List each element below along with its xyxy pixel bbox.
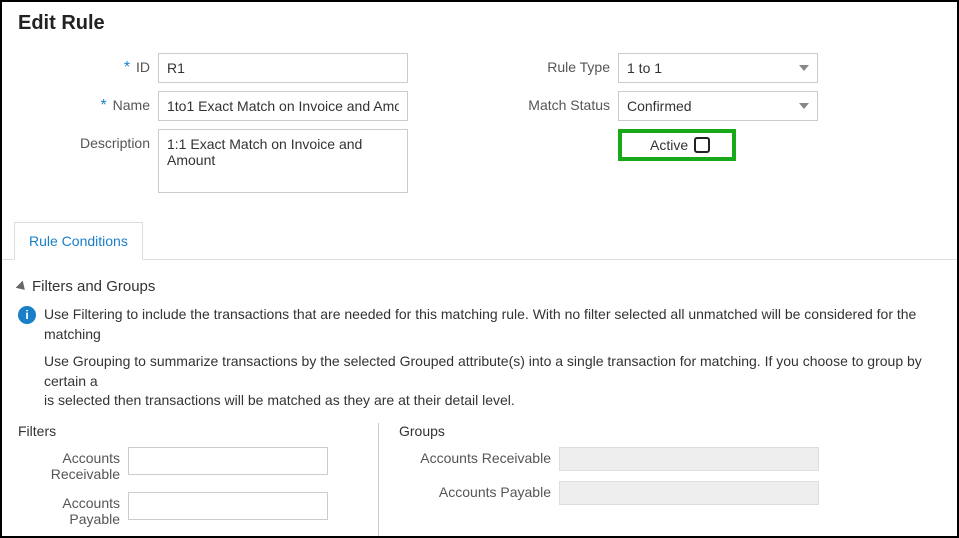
id-input[interactable] (158, 53, 408, 83)
info-text-1: Use Filtering to include the transaction… (44, 305, 941, 344)
matchstatus-dropdown[interactable]: Confirmed (618, 91, 818, 121)
ruletype-label: Rule Type (478, 53, 618, 75)
active-highlight: Active (618, 129, 736, 161)
separator (378, 423, 379, 537)
filters-groups-heading[interactable]: Filters and Groups (18, 278, 941, 295)
ruletype-value: 1 to 1 (627, 60, 662, 76)
ruletype-dropdown[interactable]: 1 to 1 (618, 53, 818, 83)
filter-ar-label: Accounts Receivable (18, 447, 128, 482)
caret-down-icon (799, 103, 809, 109)
group-ar-label: Accounts Receivable (399, 447, 559, 466)
group-ar-input[interactable] (559, 447, 819, 471)
info-text-2: Use Grouping to summarize transactions b… (44, 352, 941, 411)
info-icon: i (18, 306, 36, 324)
groups-heading: Groups (399, 423, 859, 439)
filter-ar-dropdown[interactable] (128, 447, 328, 475)
description-label: Description (18, 129, 158, 151)
tab-rule-conditions[interactable]: Rule Conditions (14, 222, 143, 260)
disclosure-triangle-icon (16, 280, 29, 293)
description-input[interactable]: 1:1 Exact Match on Invoice and Amount (158, 129, 408, 193)
matchstatus-label: Match Status (478, 91, 618, 113)
page-title: Edit Rule (18, 12, 941, 35)
matchstatus-value: Confirmed (627, 98, 692, 114)
filter-ap-dropdown[interactable] (128, 492, 328, 520)
filters-heading: Filters (18, 423, 358, 439)
group-ap-label: Accounts Payable (399, 481, 559, 500)
id-label: * ID (18, 53, 158, 77)
active-checkbox[interactable] (694, 137, 710, 153)
caret-down-icon (799, 65, 809, 71)
name-input[interactable] (158, 91, 408, 121)
name-label: * Name (18, 91, 158, 115)
active-label: Active (650, 137, 688, 153)
group-ap-input[interactable] (559, 481, 819, 505)
filter-ap-label: Accounts Payable (18, 492, 128, 527)
